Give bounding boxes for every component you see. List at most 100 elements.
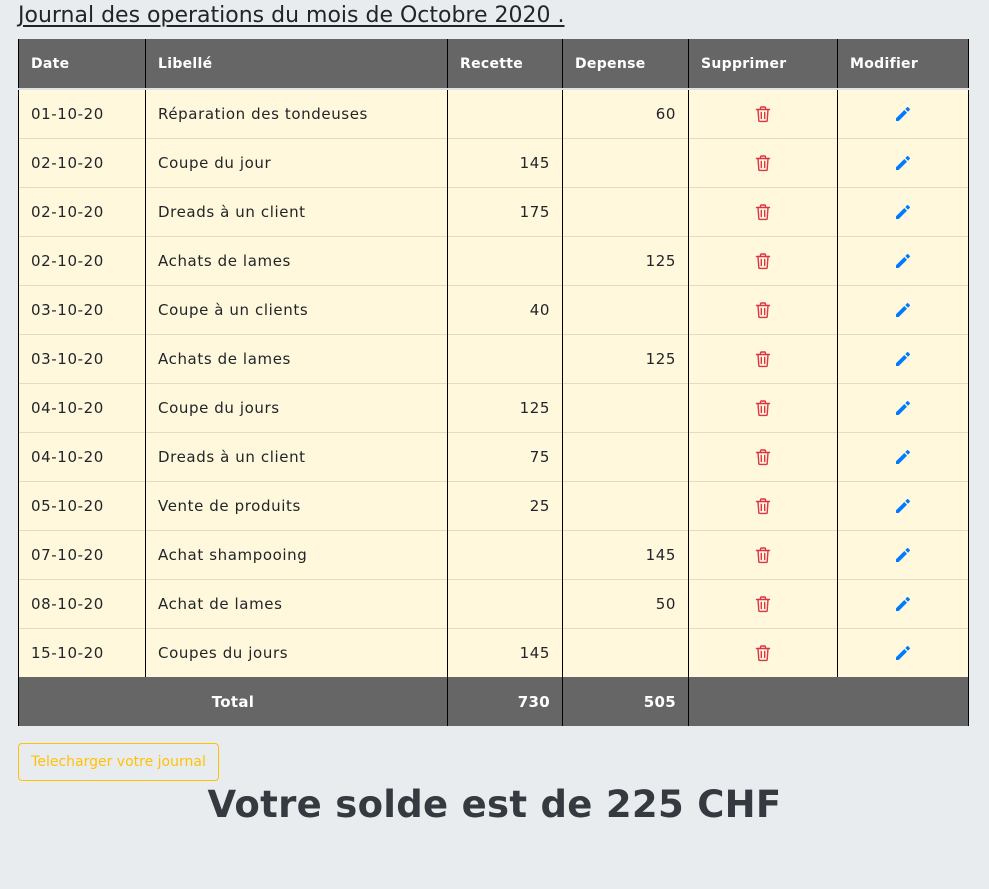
cell-modifier — [837, 333, 969, 383]
cell-supprimer — [688, 627, 838, 677]
cell-depense — [562, 382, 689, 432]
header-recette: Recette — [447, 39, 563, 89]
total-recette: 730 — [447, 677, 563, 726]
trash-icon[interactable] — [754, 546, 772, 564]
cell-modifier — [837, 88, 969, 138]
cell-recette — [447, 88, 563, 138]
pencil-icon[interactable] — [894, 497, 912, 515]
table-row: 07-10-20 Achat shampooing 145 — [18, 529, 969, 579]
pencil-icon[interactable] — [894, 448, 912, 466]
cell-recette — [447, 235, 563, 285]
cell-date: 03-10-20 — [18, 284, 146, 334]
cell-libelle: Achats de lames — [145, 333, 448, 383]
pencil-icon[interactable] — [894, 546, 912, 564]
cell-modifier — [837, 529, 969, 579]
cell-depense — [562, 431, 689, 481]
pencil-icon[interactable] — [894, 203, 912, 221]
download-journal-button[interactable]: Telecharger votre journal — [18, 743, 219, 781]
table-row: 15-10-20 Coupes du jours 145 — [18, 627, 969, 677]
cell-depense: 60 — [562, 88, 689, 138]
pencil-icon[interactable] — [894, 154, 912, 172]
header-row: Date Libellé Recette Depense Supprimer M… — [18, 39, 969, 89]
trash-icon[interactable] — [754, 154, 772, 172]
cell-modifier — [837, 627, 969, 677]
cell-modifier — [837, 480, 969, 530]
cell-libelle: Dreads à un client — [145, 186, 448, 236]
trash-icon[interactable] — [754, 644, 772, 662]
cell-date: 02-10-20 — [18, 186, 146, 236]
cell-supprimer — [688, 137, 838, 187]
table-row: 04-10-20 Coupe du jours 125 — [18, 382, 969, 432]
cell-modifier — [837, 186, 969, 236]
total-label: Total — [18, 677, 448, 726]
cell-libelle: Vente de produits — [145, 480, 448, 530]
pencil-icon[interactable] — [894, 301, 912, 319]
table-row: 04-10-20 Dreads à un client 75 — [18, 431, 969, 481]
trash-icon[interactable] — [754, 448, 772, 466]
header-date: Date — [18, 39, 146, 89]
cell-depense — [562, 627, 689, 677]
cell-depense: 50 — [562, 578, 689, 628]
cell-libelle: Coupe du jours — [145, 382, 448, 432]
cell-supprimer — [688, 284, 838, 334]
trash-icon[interactable] — [754, 595, 772, 613]
trash-icon[interactable] — [754, 301, 772, 319]
cell-modifier — [837, 137, 969, 187]
cell-modifier — [837, 284, 969, 334]
trash-icon[interactable] — [754, 497, 772, 515]
cell-libelle: Achats de lames — [145, 235, 448, 285]
operations-table: Date Libellé Recette Depense Supprimer M… — [18, 39, 969, 726]
cell-date: 02-10-20 — [18, 235, 146, 285]
table-row: 01-10-20 Réparation des tondeuses 60 — [18, 88, 969, 138]
cell-recette — [447, 529, 563, 579]
header-modifier: Modifier — [837, 39, 969, 89]
cell-depense: 125 — [562, 333, 689, 383]
table-row: 08-10-20 Achat de lames 50 — [18, 578, 969, 628]
cell-date: 04-10-20 — [18, 382, 146, 432]
cell-supprimer — [688, 333, 838, 383]
cell-modifier — [837, 382, 969, 432]
pencil-icon[interactable] — [894, 399, 912, 417]
cell-modifier — [837, 431, 969, 481]
cell-libelle: Réparation des tondeuses — [145, 88, 448, 138]
cell-supprimer — [688, 578, 838, 628]
trash-icon[interactable] — [754, 350, 772, 368]
cell-supprimer — [688, 431, 838, 481]
pencil-icon[interactable] — [894, 105, 912, 123]
table-header: Date Libellé Recette Depense Supprimer M… — [18, 39, 969, 89]
cell-date: 07-10-20 — [18, 529, 146, 579]
table-row: 02-10-20 Coupe du jour 145 — [18, 137, 969, 187]
trash-icon[interactable] — [754, 203, 772, 221]
cell-recette — [447, 578, 563, 628]
cell-libelle: Achat de lames — [145, 578, 448, 628]
cell-modifier — [837, 578, 969, 628]
cell-depense — [562, 480, 689, 530]
cell-date: 15-10-20 — [18, 627, 146, 677]
trash-icon[interactable] — [754, 105, 772, 123]
cell-depense: 125 — [562, 235, 689, 285]
total-depense: 505 — [562, 677, 689, 726]
total-row: Total 730 505 — [18, 677, 969, 726]
pencil-icon[interactable] — [894, 644, 912, 662]
cell-recette: 75 — [447, 431, 563, 481]
cell-libelle: Achat shampooing — [145, 529, 448, 579]
header-libelle: Libellé — [145, 39, 448, 89]
cell-recette: 175 — [447, 186, 563, 236]
balance-text: Votre solde est de 225 CHF — [207, 783, 782, 826]
cell-date: 04-10-20 — [18, 431, 146, 481]
pencil-icon[interactable] — [894, 350, 912, 368]
pencil-icon[interactable] — [894, 252, 912, 270]
table-footer: Total 730 505 — [18, 677, 969, 726]
cell-supprimer — [688, 480, 838, 530]
cell-date: 01-10-20 — [18, 88, 146, 138]
cell-modifier — [837, 235, 969, 285]
cell-libelle: Coupe du jour — [145, 137, 448, 187]
cell-depense: 145 — [562, 529, 689, 579]
cell-supprimer — [688, 382, 838, 432]
cell-recette — [447, 333, 563, 383]
pencil-icon[interactable] — [894, 595, 912, 613]
trash-icon[interactable] — [754, 252, 772, 270]
cell-libelle: Coupe à un clients — [145, 284, 448, 334]
total-empty-cell — [688, 677, 969, 726]
trash-icon[interactable] — [754, 399, 772, 417]
